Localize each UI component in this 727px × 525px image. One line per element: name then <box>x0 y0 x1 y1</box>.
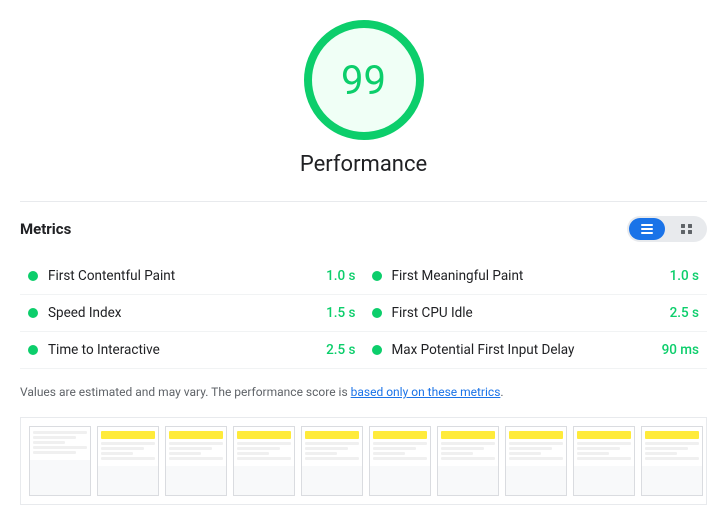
metrics-title: Metrics <box>20 220 71 238</box>
metric-row: Time to Interactive 2.5 s <box>20 332 364 369</box>
filmstrip-frame <box>505 426 567 496</box>
metric-value: 1.5 s <box>326 305 355 321</box>
metric-dot <box>372 271 382 281</box>
list-icon <box>641 224 653 234</box>
filmstrip-frame <box>301 426 363 496</box>
metric-value: 2.5 s <box>670 305 699 321</box>
frame-content <box>302 427 362 466</box>
metric-name: Max Potential First Input Delay <box>392 342 654 358</box>
frame-content <box>166 427 226 466</box>
score-label: Performance <box>300 152 427 177</box>
disclaimer: Values are estimated and may vary. The p… <box>20 383 707 401</box>
grid-view-button[interactable] <box>669 218 705 240</box>
filmstrip-frame <box>165 426 227 496</box>
metric-dot <box>372 345 382 355</box>
metrics-header: Metrics <box>20 201 707 242</box>
metric-name: First Contentful Paint <box>48 268 318 284</box>
filmstrip-frame <box>97 426 159 496</box>
metric-row: First Contentful Paint 1.0 s <box>20 258 364 295</box>
metric-dot <box>28 345 38 355</box>
metric-name: Time to Interactive <box>48 342 318 358</box>
metric-name: First CPU Idle <box>392 305 662 321</box>
metric-name: First Meaningful Paint <box>392 268 662 284</box>
view-toggle <box>627 216 707 242</box>
metric-value: 1.0 s <box>326 268 355 284</box>
metric-row: Speed Index 1.5 s <box>20 295 364 332</box>
score-section: 99 Performance <box>20 20 707 177</box>
grid-icon <box>681 224 693 234</box>
score-circle: 99 <box>304 20 424 140</box>
frame-content <box>370 427 430 466</box>
metrics-grid: First Contentful Paint 1.0 s First Meani… <box>20 258 707 369</box>
frame-content <box>506 427 566 466</box>
metric-name: Speed Index <box>48 305 318 321</box>
metric-row: First Meaningful Paint 1.0 s <box>364 258 708 295</box>
frame-content <box>642 427 702 466</box>
filmstrip <box>20 417 707 505</box>
metric-value: 1.0 s <box>670 268 699 284</box>
list-view-button[interactable] <box>629 218 665 240</box>
frame-content <box>438 427 498 466</box>
filmstrip-frame <box>437 426 499 496</box>
filmstrip-frame <box>369 426 431 496</box>
filmstrip-frame <box>641 426 703 496</box>
filmstrip-frame <box>573 426 635 496</box>
metric-dot <box>28 308 38 318</box>
metric-dot <box>372 308 382 318</box>
score-value: 99 <box>341 57 386 104</box>
disclaimer-text-after: . <box>500 385 503 399</box>
metric-value: 90 ms <box>662 342 699 358</box>
metric-dot <box>28 271 38 281</box>
frame-content <box>574 427 634 466</box>
filmstrip-frame <box>233 426 295 496</box>
filmstrip-frame <box>29 426 91 496</box>
metric-row: Max Potential First Input Delay 90 ms <box>364 332 708 369</box>
metric-row: First CPU Idle 2.5 s <box>364 295 708 332</box>
frame-content <box>30 427 90 460</box>
frame-content <box>98 427 158 466</box>
disclaimer-text-before: Values are estimated and may vary. The p… <box>20 385 351 399</box>
frame-content <box>234 427 294 466</box>
metrics-link[interactable]: based only on these metrics <box>351 385 501 399</box>
metric-value: 2.5 s <box>326 342 355 358</box>
